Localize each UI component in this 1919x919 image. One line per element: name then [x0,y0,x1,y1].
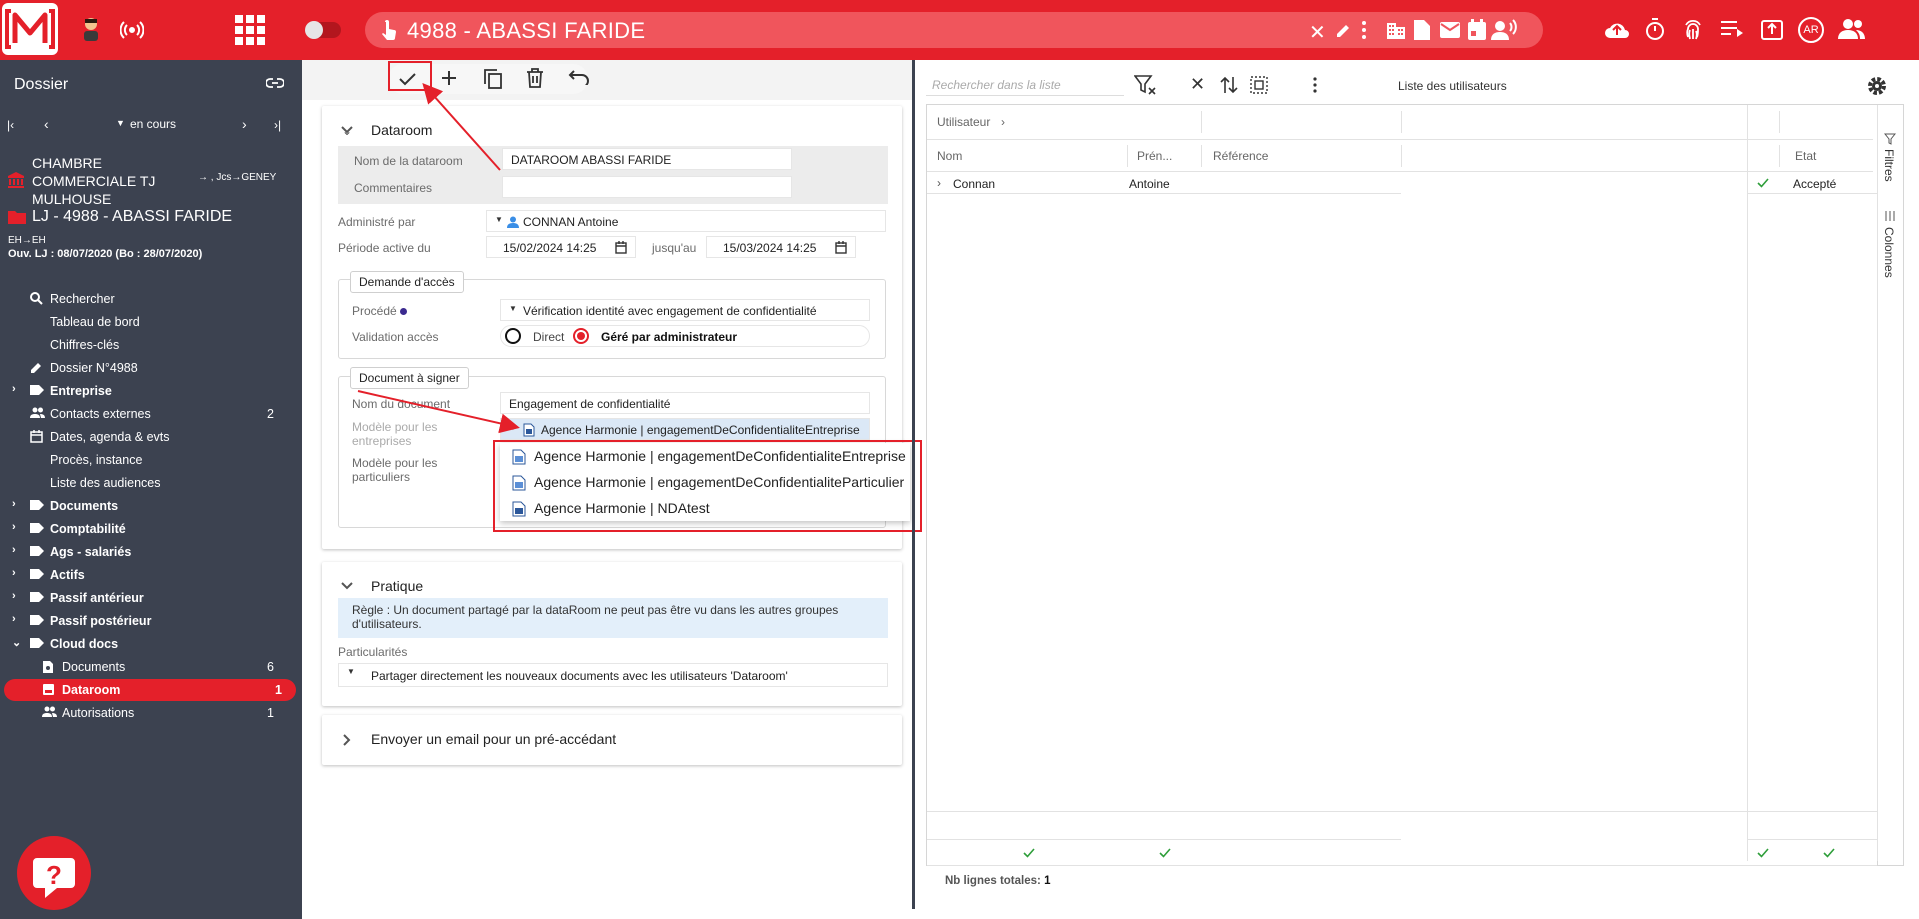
divider [1201,111,1202,133]
select-all-icon[interactable] [1250,76,1268,94]
divider [927,811,1877,812]
divider [1779,145,1780,167]
column-header-prenom[interactable]: Prén... [1137,149,1172,163]
chevron-right-icon: › [1001,115,1005,129]
email-card[interactable]: Envoyer un email pour un pré-accédant [322,715,902,765]
filter-icon[interactable] [1134,74,1156,96]
email-section-title: Envoyer un email pour un pré-accédant [371,731,617,747]
filters-tab[interactable]: Filtres [1882,149,1896,182]
group-header: Utilisateur [937,115,991,129]
dropdown-arrow-icon: ▼ [347,667,355,676]
divider [1201,145,1202,167]
rule-info-box: Règle : Un document partagé par la dataR… [338,598,888,638]
pratique-card: Pratique Règle : Un document partagé par… [322,562,902,706]
divider [927,865,1877,866]
chevron-right-icon[interactable] [342,733,352,747]
particularites-value: Partager directement les nouveaux docume… [371,669,788,683]
check-icon [1159,848,1171,858]
check-icon [1023,848,1035,858]
clear-filter-icon[interactable]: ✕ [1190,74,1205,95]
divider [1779,111,1780,133]
total-label: Nb lignes totales: [945,875,1041,887]
list-search-placeholder: Rechercher dans la liste [932,78,1061,92]
chevron-down-icon[interactable] [340,581,354,591]
columns-icon[interactable] [1884,211,1896,221]
total-rows: Nb lignes totales: 1 [945,875,1050,887]
divider [1747,839,1877,840]
more-vert-icon[interactable] [1312,76,1318,94]
row-prenom: Antoine [1129,177,1170,191]
total-value: 1 [1044,875,1051,887]
users-list-title: Liste des utilisateurs [1398,79,1507,93]
check-icon [1823,848,1835,858]
divider [927,139,1873,140]
column-header-etat[interactable]: Etat [1795,149,1816,163]
users-grid: Utilisateur › Nom Prén... Référence Etat… [926,104,1878,887]
expand-row-icon[interactable]: › [937,176,941,190]
side-tool-panel: Filtres Colonnes [1878,104,1904,866]
sort-icon[interactable] [1220,76,1238,94]
divider [1401,111,1402,133]
check-icon [1757,848,1769,858]
divider [927,839,1401,840]
check-icon [1757,178,1769,188]
divider [1401,145,1402,167]
column-header-reference[interactable]: Référence [1213,149,1268,163]
divider [1127,145,1128,167]
table-row[interactable]: › Connan Antoine [927,172,1401,194]
pratique-title: Pratique [371,578,424,594]
rule-text: Règle : Un document partagé par la dataR… [352,603,839,617]
filter-icon[interactable] [1884,133,1896,145]
columns-tab[interactable]: Colonnes [1882,227,1896,278]
particularites-select[interactable]: ▼ Partager directement les nouveaux docu… [338,663,888,687]
row-nom: Connan [953,177,996,191]
table-row-etat[interactable]: Accepté [1747,172,1877,194]
column-header-nom[interactable]: Nom [937,149,962,163]
particularites-label: Particularités [338,645,408,659]
panel-splitter[interactable] [912,60,915,909]
settings-gear-icon[interactable] [1866,75,1888,97]
pinned-column-divider [1747,105,1748,861]
list-search-input[interactable]: Rechercher dans la liste [926,74,1124,96]
row-etat: Accepté [1793,177,1837,191]
rule-text: d'utilisateurs. [352,617,422,631]
